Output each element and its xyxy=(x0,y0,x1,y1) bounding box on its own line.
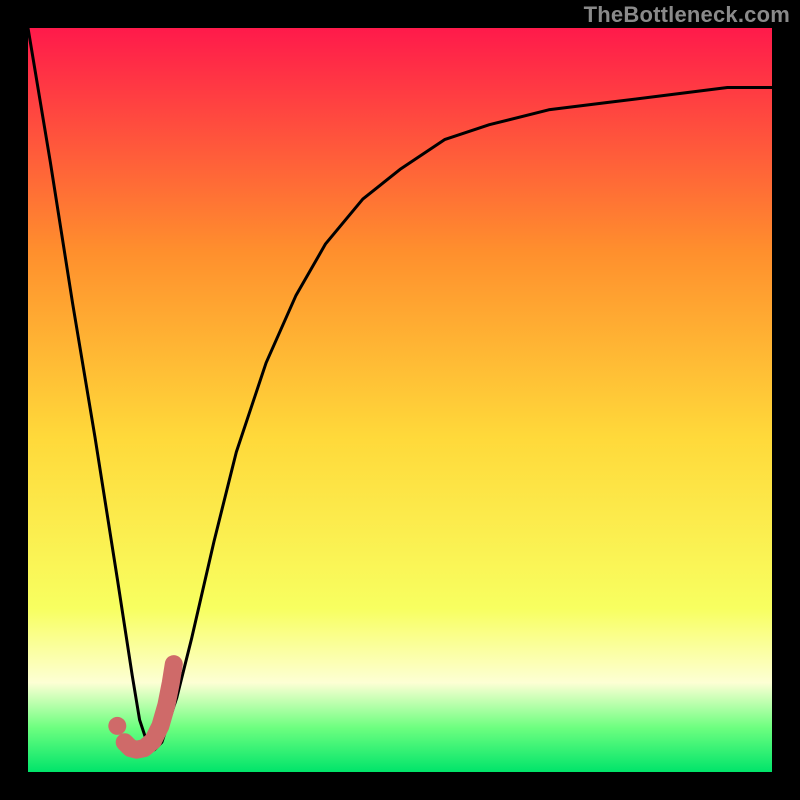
watermark-text: TheBottleneck.com xyxy=(584,2,790,28)
chart-frame: TheBottleneck.com xyxy=(0,0,800,800)
curve-layer xyxy=(28,28,772,772)
marker-dot xyxy=(108,717,126,735)
plot-area xyxy=(28,28,772,772)
bottleneck-curve xyxy=(28,28,772,750)
